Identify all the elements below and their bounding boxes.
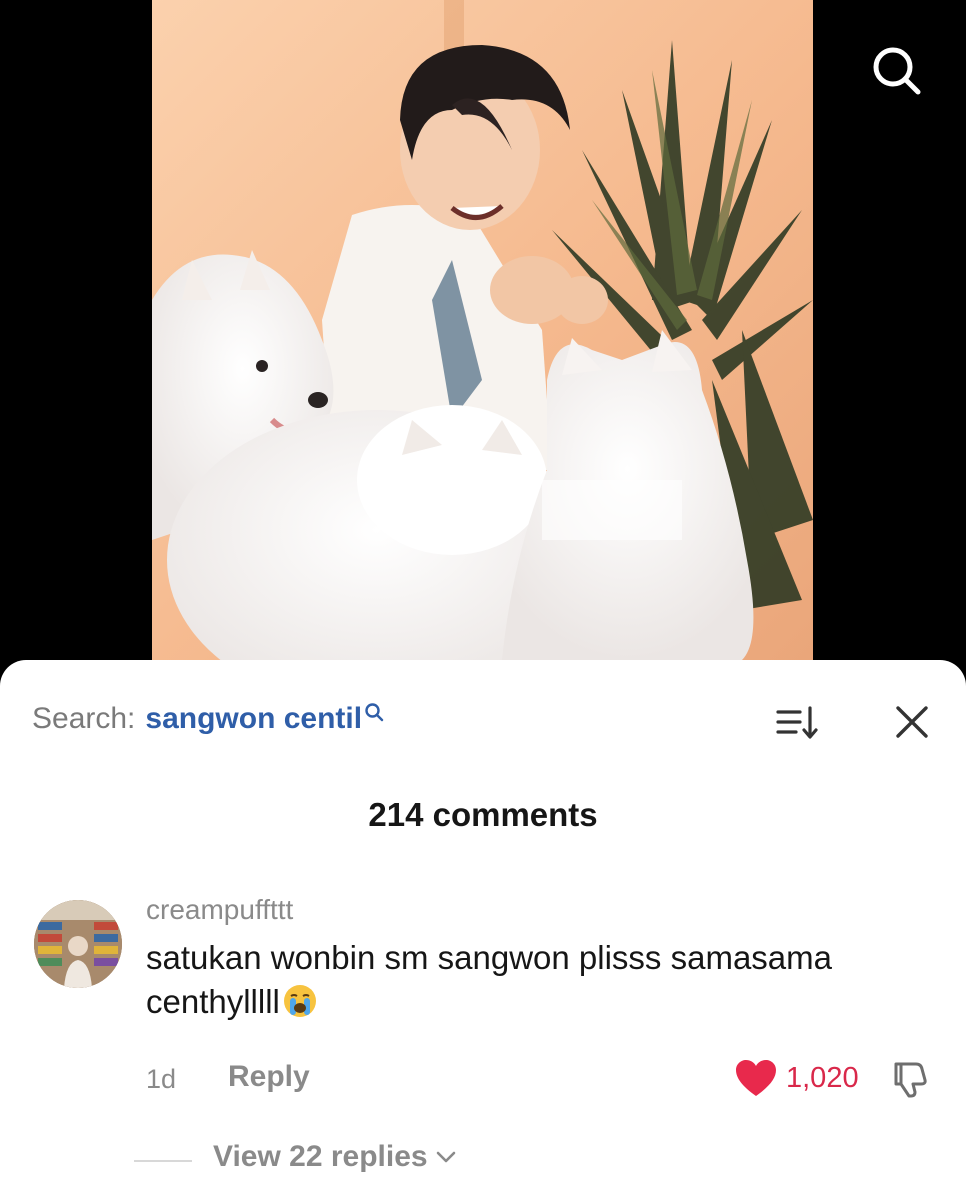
like-button[interactable]: 1,020 (734, 1058, 859, 1098)
sort-button[interactable] (774, 700, 822, 748)
view-replies-button[interactable]: View 22 replies (213, 1140, 456, 1174)
chevron-down-icon (436, 1151, 455, 1163)
avatar-image (34, 900, 122, 988)
comment-count-title: 214 comments (368, 796, 598, 833)
close-icon (896, 706, 928, 738)
reply-button[interactable]: Reply (228, 1060, 310, 1094)
related-search[interactable]: Search: sangwon centil (32, 702, 384, 736)
video-frame[interactable] (152, 0, 813, 660)
dislike-button[interactable] (890, 1058, 932, 1100)
search-small-icon (365, 703, 384, 722)
search-label-prefix: Search: (32, 702, 136, 735)
crying-face-emoji-icon (282, 983, 318, 1030)
comment-item: creampuffttt satukan wonbin sm sangwon p… (0, 890, 966, 1190)
replies-divider (134, 1160, 192, 1162)
comment-body: satukan wonbin sm sangwon plisss samasam… (146, 936, 946, 1030)
video-still-image (152, 0, 813, 660)
thumbs-down-icon (894, 1062, 927, 1098)
search-icon (873, 47, 921, 95)
sort-icon (776, 706, 818, 739)
comment-meta: 1d Reply 1,020 (146, 1058, 936, 1102)
comment-text: satukan wonbin sm sangwon plisss samasam… (146, 939, 832, 1020)
video-search-button[interactable] (866, 40, 928, 102)
like-count: 1,020 (786, 1061, 859, 1094)
comment-username[interactable]: creampuffttt (146, 894, 293, 926)
close-button[interactable] (888, 698, 936, 746)
comments-sheet: Search: sangwon centil 214 comments crea… (0, 660, 966, 1200)
comments-header: Search: sangwon centil (0, 660, 966, 780)
video-player[interactable] (0, 0, 966, 700)
view-replies-row: View 22 replies (0, 1138, 966, 1178)
view-replies-label: View 22 replies (213, 1140, 428, 1173)
comment-time: 1d (146, 1064, 177, 1094)
avatar[interactable] (34, 900, 122, 988)
search-query-link[interactable]: sangwon centil (145, 702, 362, 736)
heart-icon (736, 1060, 776, 1096)
